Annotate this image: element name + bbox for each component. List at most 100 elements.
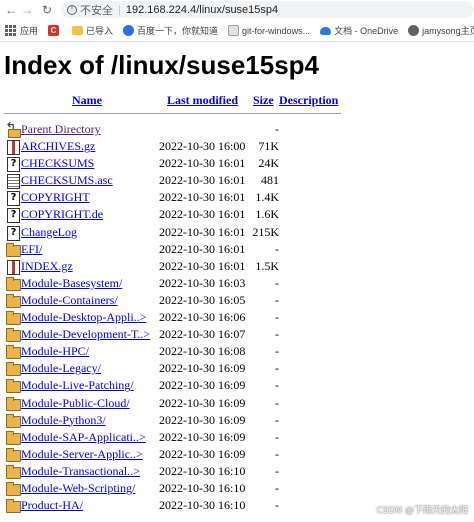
file-link[interactable]: Module-Legacy/ bbox=[21, 361, 101, 376]
table-row: EFI/2022-10-30 16:01 - bbox=[4, 241, 474, 258]
file-link[interactable]: ChangeLog bbox=[21, 225, 77, 240]
table-row: Module-Python3/2022-10-30 16:09 - bbox=[4, 412, 474, 429]
table-row: COPYRIGHT.de 2022-10-30 16:01 1.6K bbox=[4, 206, 474, 224]
file-link[interactable]: Module-Live-Patching/ bbox=[21, 378, 134, 393]
bookmark-imported[interactable]: 已导入 bbox=[67, 24, 118, 37]
bookmark-baidu[interactable]: 百度一下，你就知道 bbox=[118, 24, 223, 37]
file-link[interactable]: Module-Python3/ bbox=[21, 413, 106, 428]
last-modified-cell: 2022-10-30 16:01 bbox=[159, 258, 246, 273]
folder-icon bbox=[6, 242, 21, 257]
file-link[interactable]: Product-HA/ bbox=[21, 498, 83, 513]
insecure-label[interactable]: 不安全 bbox=[80, 2, 113, 18]
last-modified-cell: 2022-10-30 16:06 bbox=[159, 310, 246, 325]
unknown-file-icon bbox=[6, 225, 20, 241]
forward-arrow-icon[interactable]: → bbox=[19, 3, 35, 17]
bookmark-label: 应用 bbox=[20, 26, 39, 36]
table-row: Module-Web-Scripting/2022-10-30 16:10 - bbox=[4, 480, 474, 497]
compressed-file-icon bbox=[6, 140, 20, 156]
table-row: ARCHIVES.gz 2022-10-30 16:00 71K bbox=[4, 138, 474, 156]
file-link[interactable]: Module-Public-Cloud/ bbox=[21, 396, 130, 411]
info-icon[interactable]: ! bbox=[67, 4, 77, 15]
table-row: CHECKSUMS.asc 2022-10-30 16:01 481 bbox=[4, 172, 474, 190]
last-modified-cell: 2022-10-30 16:01 bbox=[159, 156, 246, 171]
file-link[interactable]: Module-Desktop-Appli..> bbox=[21, 310, 146, 325]
bookmark-label: 百度一下，你就知道 bbox=[137, 26, 219, 36]
compressed-file-icon bbox=[6, 259, 20, 275]
file-link[interactable]: Module-HPC/ bbox=[21, 344, 89, 359]
last-modified-cell: 2022-10-30 16:01 bbox=[159, 241, 246, 256]
file-link[interactable]: ARCHIVES.gz bbox=[21, 139, 95, 154]
folder-icon bbox=[6, 430, 21, 445]
file-list: Parent Directory - ARCHIVES.gz 2022-10-30 1… bbox=[4, 120, 474, 514]
bookmark-apps[interactable]: 应用 bbox=[0, 24, 43, 37]
size-cell: - bbox=[275, 327, 279, 342]
table-row: Module-Live-Patching/2022-10-30 16:09 - bbox=[4, 377, 474, 394]
file-link[interactable]: Module-Server-Applic..> bbox=[21, 447, 143, 462]
size-cell: - bbox=[275, 275, 279, 290]
column-header-name[interactable]: Name bbox=[72, 93, 102, 108]
file-link[interactable]: Module-Web-Scripting/ bbox=[21, 481, 135, 496]
file-link[interactable]: Parent Directory bbox=[21, 122, 101, 137]
size-cell: - bbox=[275, 344, 279, 359]
size-cell: 71K bbox=[258, 139, 279, 154]
last-modified-cell: 2022-10-30 16:01 bbox=[159, 207, 246, 222]
column-header-last-modified[interactable]: Last modified bbox=[167, 93, 238, 108]
url-text[interactable]: 192.168.224.4/linux/suse15sp4 bbox=[126, 4, 278, 16]
table-row: Module-SAP-Applicati..> 2022-10-30 16:09 - bbox=[4, 429, 474, 446]
table-row: INDEX.gz 2022-10-30 16:01 1.5K bbox=[4, 258, 474, 275]
text-file-icon bbox=[6, 174, 20, 190]
last-modified-cell: 2022-10-30 16:09 bbox=[159, 412, 246, 427]
table-row: ChangeLog 2022-10-30 16:01 215K bbox=[4, 224, 474, 241]
folder-icon bbox=[6, 396, 21, 411]
table-row: Module-Server-Applic..> 2022-10-30 16:09 - bbox=[4, 446, 474, 463]
size-cell: - bbox=[275, 463, 279, 478]
size-cell: - bbox=[275, 446, 279, 461]
table-row: Module-Legacy/2022-10-30 16:09 - bbox=[4, 360, 474, 377]
file-link[interactable]: CHECKSUMS bbox=[21, 156, 94, 171]
column-header-size[interactable]: Size bbox=[253, 93, 274, 108]
reload-icon[interactable]: ↻ bbox=[39, 3, 55, 17]
folder-icon bbox=[6, 345, 21, 360]
bookmark-onedrive[interactable]: 文档 - OneDrive bbox=[315, 24, 403, 37]
table-row: Module-Containers/2022-10-30 16:05 - bbox=[4, 292, 474, 309]
file-link[interactable]: COPYRIGHT bbox=[21, 190, 90, 205]
size-cell: - bbox=[275, 378, 279, 393]
file-link[interactable]: Module-SAP-Applicati..> bbox=[21, 430, 146, 445]
header-divider bbox=[4, 113, 341, 114]
table-row: Module-Public-Cloud/2022-10-30 16:09 - bbox=[4, 395, 474, 412]
bookmark-label: git-for-windows... bbox=[242, 25, 311, 36]
last-modified-cell: 2022-10-30 16:09 bbox=[159, 429, 246, 444]
last-modified-cell: 2022-10-30 16:07 bbox=[159, 327, 246, 342]
size-cell: - bbox=[275, 498, 279, 513]
last-modified-cell: 2022-10-30 16:08 bbox=[159, 344, 246, 359]
file-link[interactable]: Module-Development-T..> bbox=[21, 327, 150, 342]
size-cell: - bbox=[275, 292, 279, 307]
last-modified-cell: 2022-10-30 16:10 bbox=[159, 498, 246, 513]
file-link[interactable]: COPYRIGHT.de bbox=[21, 207, 103, 222]
bookmark-red-c[interactable]: C bbox=[43, 25, 67, 36]
file-link[interactable]: EFI/ bbox=[21, 242, 42, 257]
size-cell: 1.6K bbox=[255, 207, 279, 222]
bookmark-jamysong[interactable]: jamysong主页 bbox=[403, 24, 474, 37]
file-link[interactable]: INDEX.gz bbox=[21, 259, 73, 274]
size-cell: - bbox=[275, 429, 279, 444]
folder-icon bbox=[72, 26, 84, 35]
file-link[interactable]: Module-Transactional..> bbox=[21, 464, 140, 479]
size-cell: - bbox=[275, 122, 279, 136]
url-field[interactable]: ! 不安全 | 192.168.224.4/linux/suse15sp4 bbox=[61, 1, 474, 18]
file-link[interactable]: CHECKSUMS.asc bbox=[21, 173, 113, 188]
table-row: Module-Development-T..> 2022-10-30 16:07 - bbox=[4, 326, 474, 343]
table-row: COPYRIGHT 2022-10-30 16:01 1.4K bbox=[4, 189, 474, 207]
last-modified-cell: 2022-10-30 16:00 bbox=[159, 139, 246, 154]
file-link[interactable]: Module-Basesystem/ bbox=[21, 276, 122, 291]
last-modified-cell: 2022-10-30 16:03 bbox=[159, 275, 246, 290]
back-arrow-icon[interactable]: ← bbox=[3, 3, 19, 17]
apps-icon bbox=[5, 25, 16, 36]
file-link[interactable]: Module-Containers/ bbox=[21, 293, 118, 308]
bookmark-label: 文档 - OneDrive bbox=[334, 26, 399, 36]
last-modified-cell: 2022-10-30 16:09 bbox=[159, 378, 246, 393]
table-row: CHECKSUMS 2022-10-30 16:01 24K bbox=[4, 155, 474, 173]
last-modified-cell: 2022-10-30 16:09 bbox=[159, 446, 246, 461]
bookmark-git-for-windows[interactable]: git-for-windows... bbox=[223, 25, 315, 36]
column-header-description[interactable]: Description bbox=[279, 93, 338, 108]
